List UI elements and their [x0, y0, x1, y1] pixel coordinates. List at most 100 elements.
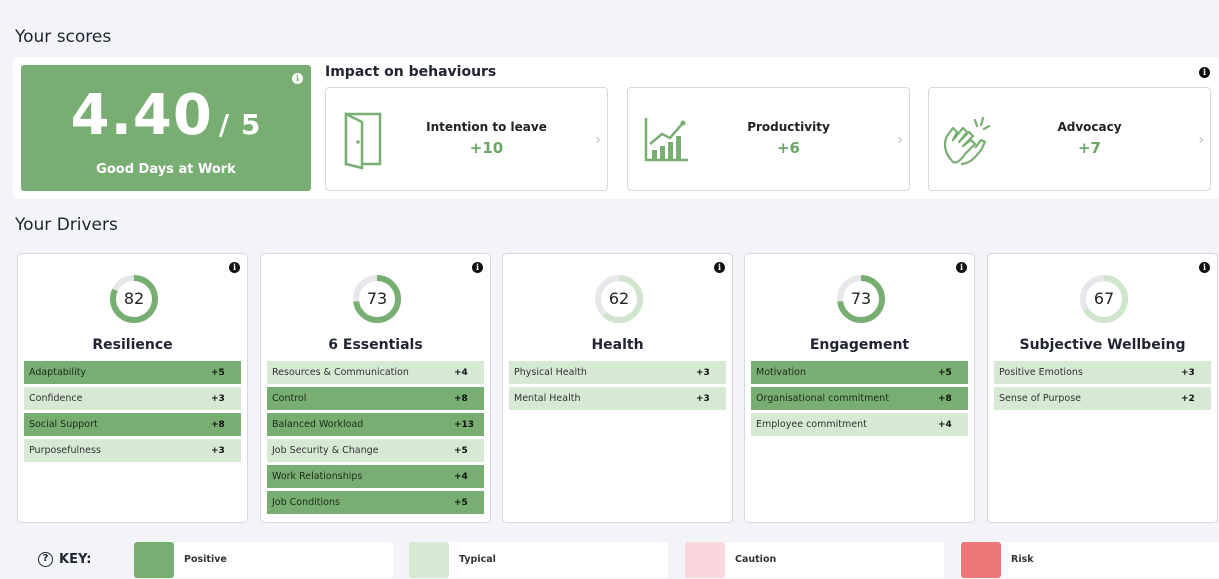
- driver-row-label: Balanced Workload: [272, 419, 364, 430]
- driver-name: Engagement: [809, 337, 910, 353]
- driver-row-label: Motivation: [756, 367, 807, 378]
- impact-card-intention-to-leave[interactable]: Intention to leave +10 ›: [325, 87, 608, 191]
- key-swatch: [409, 542, 449, 578]
- driver-name: 6 Essentials: [328, 337, 423, 353]
- info-icon[interactable]: i: [956, 262, 967, 273]
- driver-score: 73: [366, 289, 388, 308]
- driver-row[interactable]: Motivation +5: [751, 361, 968, 384]
- driver-row-value: +8: [454, 393, 468, 404]
- driver-row[interactable]: Job Security & Change +5: [267, 439, 484, 462]
- impact-title: Impact on behaviours: [325, 64, 497, 80]
- driver-row[interactable]: Sense of Purpose +2: [994, 387, 1211, 410]
- key-label: Typical: [459, 554, 496, 565]
- driver-row-label: Sense of Purpose: [999, 393, 1082, 404]
- impact-info-icon[interactable]: i: [1199, 67, 1210, 78]
- impact-value: +6: [776, 139, 800, 157]
- good-days-score: 4.40/ 5: [70, 83, 262, 148]
- drivers-section-title: Your Drivers: [15, 215, 118, 235]
- driver-row-value: +4: [454, 471, 468, 482]
- driver-row[interactable]: Organisational commitment +8: [751, 387, 968, 410]
- driver-row-value: +5: [454, 497, 468, 508]
- info-icon[interactable]: i: [1199, 262, 1210, 273]
- impact-card-productivity[interactable]: Productivity +6 ›: [627, 87, 910, 191]
- driver-row[interactable]: Adaptability +5: [24, 361, 241, 384]
- driver-card-resilience[interactable]: i 82 Resilience Adaptability +5 Confidence +3 S…: [17, 253, 248, 523]
- key-label: Positive: [184, 554, 227, 565]
- driver-row[interactable]: Mental Health +3: [509, 387, 726, 410]
- chevron-right-icon: ›: [1198, 132, 1204, 148]
- driver-row[interactable]: Balanced Workload +13: [267, 413, 484, 436]
- driver-row-label: Physical Health: [514, 367, 587, 378]
- chevron-right-icon: ›: [897, 132, 903, 148]
- driver-row[interactable]: Work Relationships +4: [267, 465, 484, 488]
- driver-row[interactable]: Confidence +3: [24, 387, 241, 410]
- impact-name: Productivity: [747, 120, 830, 134]
- driver-row[interactable]: Job Conditions +5: [267, 491, 484, 514]
- driver-row-label: Confidence: [29, 393, 83, 404]
- driver-row-label: Work Relationships: [272, 471, 363, 482]
- driver-row[interactable]: Physical Health +3: [509, 361, 726, 384]
- good-days-score-card: i 4.40/ 5 Good Days at Work: [21, 65, 311, 191]
- driver-name: Subjective Wellbeing: [1019, 337, 1186, 353]
- impact-value: +10: [469, 139, 504, 157]
- driver-row-label: Purposefulness: [29, 445, 101, 456]
- driver-row-label: Adaptability: [29, 367, 87, 378]
- driver-row-value: +4: [938, 419, 952, 430]
- driver-score: 62: [608, 289, 630, 308]
- driver-row-label: Employee commitment: [756, 419, 867, 430]
- driver-score: 67: [1093, 289, 1115, 308]
- driver-row-value: +8: [211, 419, 225, 430]
- impact-card-advocacy[interactable]: Advocacy +7 ›: [928, 87, 1211, 191]
- key-title: KEY:: [59, 552, 92, 567]
- key-typical: Typical: [409, 542, 668, 578]
- impact-value: +7: [1077, 139, 1101, 157]
- driver-score: 82: [123, 289, 145, 308]
- key-risk: Risk: [961, 542, 1219, 578]
- info-icon[interactable]: i: [472, 262, 483, 273]
- good-days-label: Good Days at Work: [96, 162, 236, 177]
- driver-rows: Adaptability +5 Confidence +3 Social Support…: [24, 361, 241, 465]
- driver-row-label: Positive Emotions: [999, 367, 1083, 378]
- clapping-hands-icon: [943, 116, 991, 166]
- info-icon[interactable]: i: [229, 262, 240, 273]
- driver-row[interactable]: Resources & Communication +4: [267, 361, 484, 384]
- driver-row-value: +3: [211, 445, 225, 456]
- impact-name: Advocacy: [1057, 120, 1122, 134]
- driver-row-value: +3: [211, 393, 225, 404]
- driver-row-value: +5: [938, 367, 952, 378]
- driver-name: Health: [591, 337, 644, 353]
- driver-name: Resilience: [92, 337, 173, 353]
- impact-name: Intention to leave: [426, 120, 547, 134]
- driver-row[interactable]: Social Support +8: [24, 413, 241, 436]
- driver-rows: Positive Emotions +3 Sense of Purpose +2: [994, 361, 1211, 413]
- driver-card-6-essentials[interactable]: i 73 6 Essentials Resources & Communication…: [260, 253, 491, 523]
- driver-row-value: +13: [454, 419, 475, 430]
- driver-row-value: +3: [696, 367, 710, 378]
- driver-row[interactable]: Purposefulness +3: [24, 439, 241, 462]
- driver-row[interactable]: Positive Emotions +3: [994, 361, 1211, 384]
- driver-row-label: Resources & Communication: [272, 367, 409, 378]
- driver-rows: Physical Health +3 Mental Health +3: [509, 361, 726, 413]
- driver-row-label: Control: [272, 393, 307, 404]
- key-swatch: [961, 542, 1001, 578]
- driver-row-label: Job Conditions: [272, 497, 340, 508]
- driver-row-value: +3: [1181, 367, 1195, 378]
- driver-row[interactable]: Employee commitment +4: [751, 413, 968, 436]
- key-swatch: [685, 542, 725, 578]
- key-swatch: [134, 542, 174, 578]
- scores-section-title: Your scores: [15, 27, 112, 47]
- driver-row-value: +4: [454, 367, 468, 378]
- key-caution: Caution: [685, 542, 944, 578]
- key-label: Caution: [735, 554, 777, 565]
- driver-row-label: Social Support: [29, 419, 98, 430]
- driver-row-value: +5: [211, 367, 225, 378]
- driver-row[interactable]: Control +8: [267, 387, 484, 410]
- driver-card-subjective-wellbeing[interactable]: i 67 Subjective Wellbeing Positive Emotions…: [987, 253, 1218, 523]
- driver-card-health[interactable]: i 62 Health Physical Health +3 Mental Health +…: [502, 253, 733, 523]
- driver-row-value: +8: [938, 393, 952, 404]
- info-icon[interactable]: i: [714, 262, 725, 273]
- driver-row-value: +3: [696, 393, 710, 404]
- help-circle-icon: ?: [38, 552, 53, 567]
- driver-row-value: +2: [1181, 393, 1195, 404]
- driver-card-engagement[interactable]: i 73 Engagement Motivation +5 Organisational …: [744, 253, 975, 523]
